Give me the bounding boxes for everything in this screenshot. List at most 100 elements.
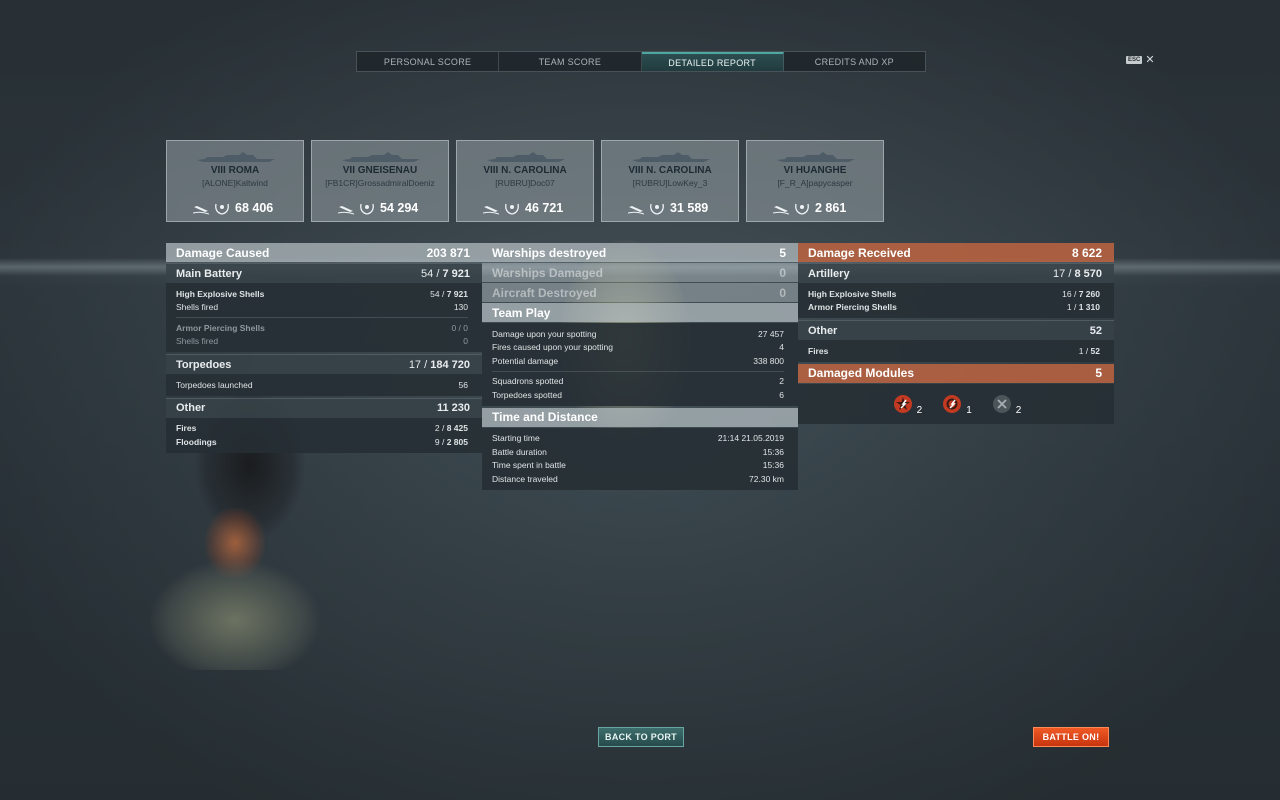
stat-row: Fires 2 / 8 425 <box>176 423 468 434</box>
damaged-modules-list: 2 1 2 <box>798 383 1114 424</box>
stat-row: Fires 1 / 52 <box>808 345 1100 356</box>
section-label: Other <box>176 402 206 414</box>
stat-row: Battle duration 15:36 <box>492 446 784 457</box>
player-score: 31 589 <box>670 201 709 215</box>
close-icon: ✕ <box>1145 54 1155 66</box>
section-label: Damage Caused <box>176 245 270 260</box>
player-name: [ALONE]Kaltwind <box>202 178 268 188</box>
ship-name: VII GNEISENAU <box>342 165 418 176</box>
team-play-details: Damage upon your spotting 27 457 Fires ca… <box>482 323 798 406</box>
torpedoes-details: Torpedoes launched 56 <box>166 374 482 396</box>
damage-caused-header: Damage Caused 203 871 <box>166 243 482 262</box>
section-value: 11 230 <box>436 402 470 414</box>
back-to-port-button[interactable]: BACK TO PORT <box>598 727 684 747</box>
stat-row: High Explosive Shells 54 / 7 921 <box>176 288 468 299</box>
module-item: 2 <box>990 392 1021 416</box>
stat-row: Shells fired 0 <box>176 336 468 347</box>
damage-received-panel: Damage Received 8 622 Artillery 17 / 8 5… <box>798 243 1114 424</box>
player-score: 54 294 <box>380 201 419 215</box>
ship-silhouette-icon <box>632 152 710 162</box>
hits-damage: 54 / 7 921 <box>421 267 470 280</box>
esc-key-hint: ESC <box>1126 55 1143 64</box>
main-battery-header: Main Battery 54 / 7 921 <box>166 263 482 283</box>
stat-row: Time spent in battle 15:36 <box>492 460 784 471</box>
stat-row: Torpedoes launched 56 <box>176 379 468 390</box>
sinking-ship-icon <box>483 206 499 215</box>
tab-team-score[interactable]: TEAM SCORE <box>499 52 642 71</box>
player-score: 2 861 <box>815 201 847 215</box>
player-card[interactable]: VII GNEISENAU [FB1CR]GrossadmiralDoeniz … <box>311 140 449 222</box>
laurel-icon <box>360 203 374 215</box>
report-tabs: PERSONAL SCORE TEAM SCORE DETAILED REPOR… <box>356 51 926 72</box>
player-card[interactable]: VIII N. CAROLINA [RUBRU]LowKey_3 31 589 <box>601 140 739 222</box>
section-value: 203 871 <box>426 245 470 260</box>
ship-name: VIII N. CAROLINA <box>483 165 567 176</box>
section-label: Damage Received <box>808 245 911 260</box>
player-card[interactable]: VIII N. CAROLINA [RUBRU]Doc07 46 721 <box>456 140 594 222</box>
player-name: [FB1CR]GrossadmiralDoeniz <box>325 178 435 188</box>
ship-silhouette-icon <box>777 152 855 162</box>
ship-name: VI HUANGHE <box>783 165 847 176</box>
ship-silhouette-icon <box>487 152 565 162</box>
hits-damage: 17 / 184 720 <box>408 358 470 371</box>
sinking-ship-icon <box>338 206 354 215</box>
section-value: 8 622 <box>1071 245 1102 260</box>
player-score: 46 721 <box>525 201 564 215</box>
stat-row: Squadrons spotted 2 <box>492 376 784 387</box>
hits-damage: 17 / 8 570 <box>1053 267 1102 280</box>
ship-silhouette-icon <box>197 152 275 162</box>
tab-detailed-report[interactable]: DETAILED REPORT <box>641 52 784 71</box>
team-play-header: Team Play <box>482 303 798 322</box>
section-label: Damaged Modules <box>808 366 915 380</box>
damaged-modules-header: Damaged Modules 5 <box>798 363 1114 383</box>
stat-row: Distance traveled 72.30 km <box>492 473 784 484</box>
player-card[interactable]: VIII ROMA [ALONE]Kaltwind 68 406 <box>166 140 304 222</box>
close-button[interactable]: ESC ✕ <box>1126 53 1155 66</box>
module-item: 2 <box>891 392 922 416</box>
module-destroyed-icon <box>992 394 1011 413</box>
warships-destroyed-header: Warships destroyed 5 <box>482 243 798 262</box>
main-battery-details: High Explosive Shells 54 / 7 921 Shells f… <box>166 283 482 352</box>
damage-received-header: Damage Received 8 622 <box>798 243 1114 262</box>
artillery-header: Artillery 17 / 8 570 <box>798 263 1114 283</box>
stat-row: Floodings 9 / 2 805 <box>176 436 468 447</box>
ship-name: VIII ROMA <box>210 165 260 176</box>
player-name: [F_R_A]papycasper <box>777 178 853 188</box>
tab-personal-score[interactable]: PERSONAL SCORE <box>357 52 500 71</box>
engine-damaged-icon <box>893 394 912 413</box>
stat-row: Shells fired 130 <box>176 302 468 313</box>
battle-on-button[interactable]: BATTLE ON! <box>1033 727 1109 747</box>
background-ship <box>150 560 320 670</box>
section-label: Time and Distance <box>492 410 598 424</box>
player-score: 68 406 <box>235 201 274 215</box>
damage-caused-panel: Damage Caused 203 871 Main Battery 54 / … <box>166 243 482 455</box>
section-label: Other <box>808 324 838 337</box>
section-value: 52 <box>1089 324 1102 337</box>
tab-credits-and-xp[interactable]: CREDITS AND XP <box>784 52 925 71</box>
ship-name: VIII N. CAROLINA <box>628 165 712 176</box>
player-card[interactable]: VI HUANGHE [F_R_A]papycasper 2 861 <box>746 140 884 222</box>
battle-summary-panel: Warships destroyed 5 Warships Damaged 0 … <box>482 243 798 492</box>
time-and-distance-details: Starting time 21:14 21.05.2019 Battle dur… <box>482 427 798 490</box>
stat-row: Potential damage 338 800 <box>492 355 784 366</box>
top-player-cards: VIII ROMA [ALONE]Kaltwind 68 406 VII GNE… <box>166 140 884 222</box>
section-label: Main Battery <box>176 267 243 280</box>
section-label: Aircraft Destroyed <box>492 285 597 300</box>
other-details: Fires 2 / 8 425 Floodings 9 / 2 805 <box>166 417 482 453</box>
section-value: 5 <box>1095 366 1102 380</box>
section-label: Warships Damaged <box>492 265 603 280</box>
laurel-icon <box>795 203 809 215</box>
section-value: 0 <box>779 265 786 280</box>
stat-row: Torpedoes spotted 6 <box>492 389 784 400</box>
stat-row: Armor Piercing Shells 0 / 0 <box>176 322 468 333</box>
artillery-details: High Explosive Shells 16 / 7 260 Armor Pi… <box>798 283 1114 318</box>
stat-row: Damage upon your spotting 27 457 <box>492 328 784 339</box>
section-value: 5 <box>779 245 786 260</box>
torpedoes-header: Torpedoes 17 / 184 720 <box>166 354 482 374</box>
other-received-header: Other 52 <box>798 320 1114 340</box>
sinking-ship-icon <box>628 206 644 215</box>
module-item: 1 <box>940 392 972 416</box>
section-label: Torpedoes <box>176 358 232 371</box>
other-received-details: Fires 1 / 52 <box>798 340 1114 362</box>
other-header: Other 11 230 <box>166 397 482 418</box>
